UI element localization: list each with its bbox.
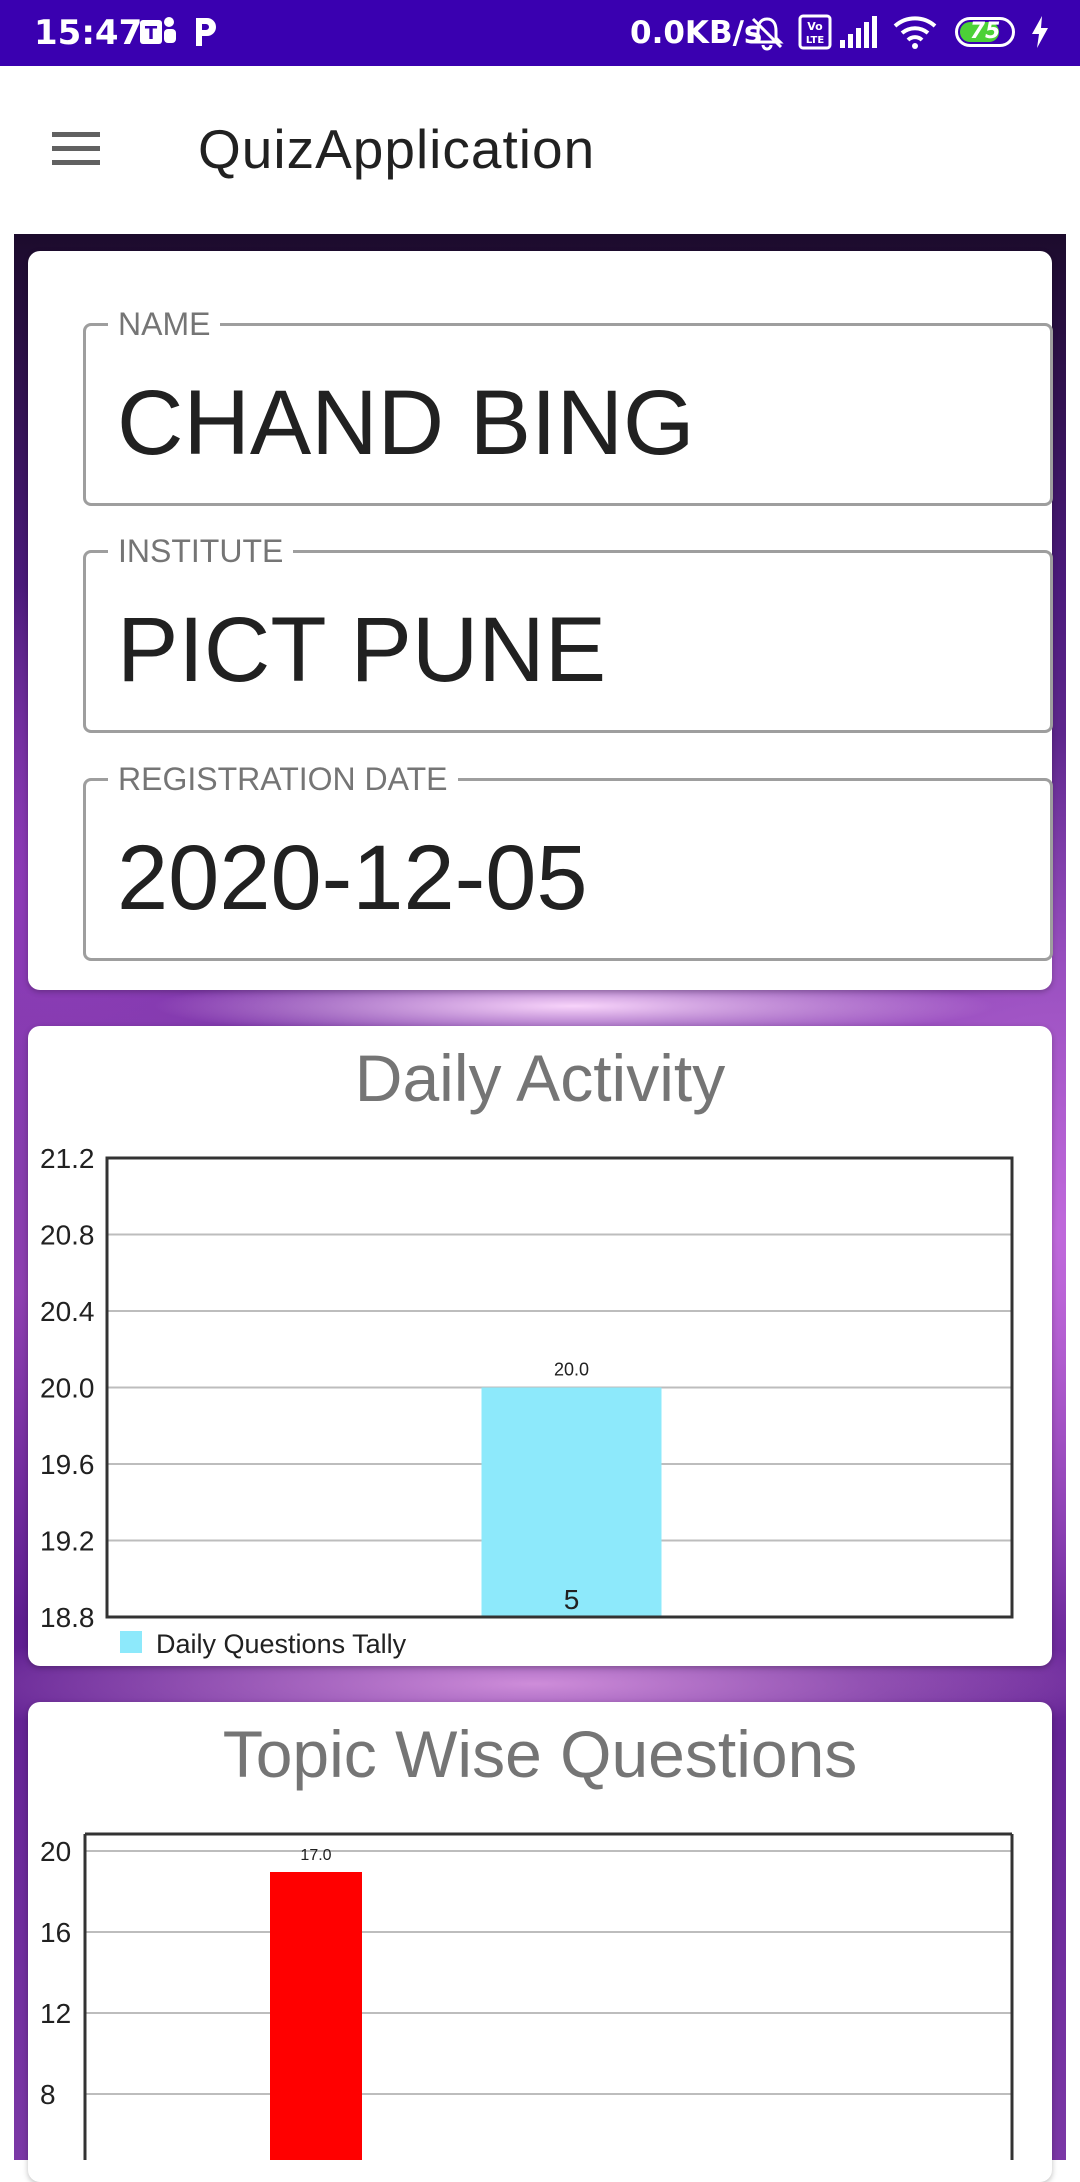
daily-y-tick-label: 19.6: [40, 1449, 95, 1480]
daily-y-tick-label: 20.8: [40, 1220, 95, 1251]
topic-y-tick-label: 16: [40, 1917, 71, 1948]
daily-y-tick-label: 21.2: [40, 1143, 95, 1174]
daily-y-tick-label: 18.8: [40, 1602, 95, 1633]
daily-y-tick-label: 20.0: [40, 1373, 95, 1404]
legend-label: Daily Questions Tally: [156, 1629, 407, 1659]
topic-y-tick-label: 20: [40, 1836, 71, 1867]
daily-y-tick-label: 19.2: [40, 1526, 95, 1557]
daily-bar-value-label: 20.0: [554, 1360, 589, 1380]
topic-y-tick-label: 12: [40, 1998, 71, 2029]
topic-bar: [270, 1872, 362, 2160]
daily-bar: [481, 1387, 662, 1617]
daily-y-tick-label: 20.4: [40, 1296, 95, 1327]
topic-bar-value-label: 17.0: [300, 1847, 331, 1864]
topic-y-tick-label: 8: [40, 2079, 56, 2110]
legend-swatch: [120, 1631, 142, 1653]
charts-canvas: 18.8 19.2 19.6 20.0 20.4 20.8 21.2 20.0 5 8 12 16 20…: [40, 1143, 1014, 2160]
daily-x-tick-label: 5: [564, 1584, 580, 1615]
